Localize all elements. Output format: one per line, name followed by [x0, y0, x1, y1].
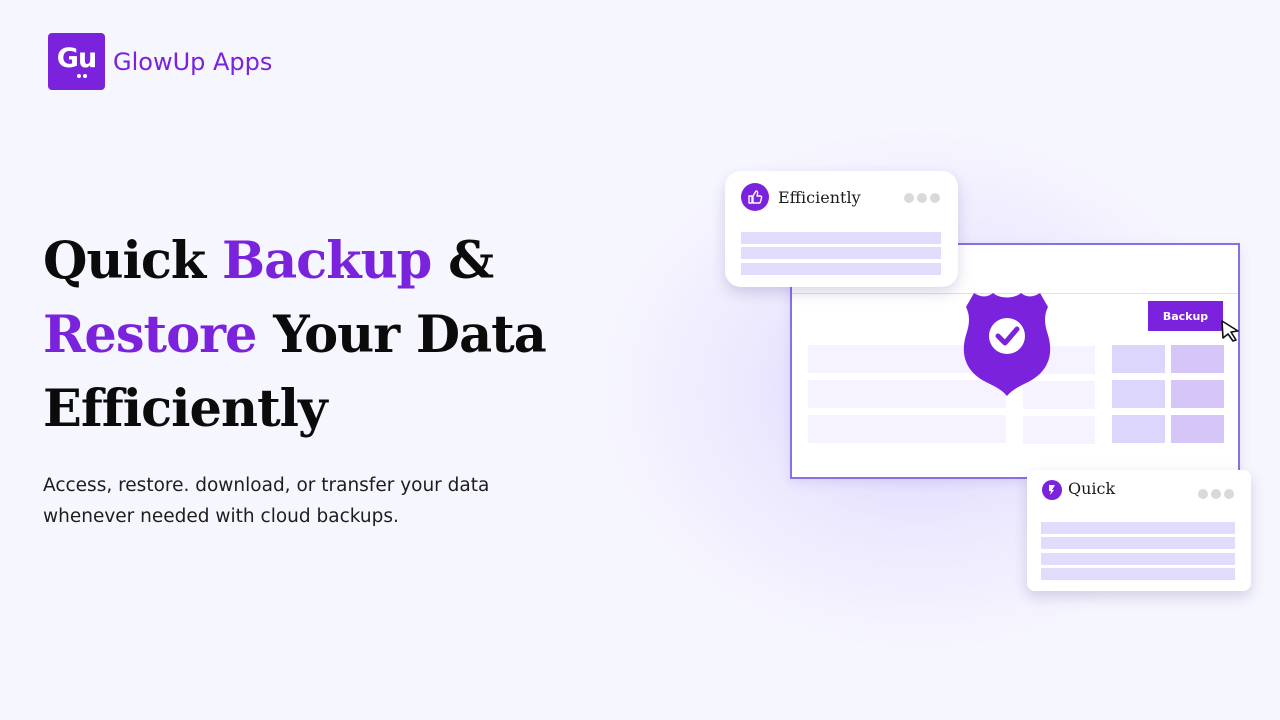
headline-efficiently: Efficiently — [43, 379, 328, 439]
card-line — [741, 263, 941, 275]
card-line — [1041, 537, 1235, 549]
headline-your-data: Your Data — [256, 305, 547, 365]
efficiently-card-title: Efficiently — [778, 188, 861, 207]
brand-name: GlowUp Apps — [113, 47, 273, 76]
headline-quick: Quick — [43, 231, 223, 291]
content-row — [808, 415, 1006, 443]
headline-backup: Backup — [222, 231, 432, 291]
grid-cell — [1112, 380, 1165, 408]
hero-headline: Quick Backup & Restore Your Data Efficie… — [43, 224, 603, 446]
grid-cell — [1171, 380, 1224, 408]
headline-ampersand: & — [431, 231, 494, 291]
more-dots-icon[interactable] — [1198, 489, 1234, 499]
efficiently-card: Efficiently — [725, 171, 958, 287]
hero-subtitle: Access, restore. download, or transfer y… — [43, 475, 490, 527]
thumbs-up-icon — [741, 183, 769, 211]
card-line — [1041, 522, 1235, 534]
card-line — [741, 232, 941, 244]
card-line — [741, 247, 941, 259]
grid-cell — [1171, 415, 1224, 443]
quick-card: Quick — [1027, 470, 1251, 591]
grid-cell — [1171, 345, 1224, 373]
brand-logo[interactable]: Gu GlowUp Apps — [48, 33, 272, 90]
lightning-icon — [1042, 480, 1062, 500]
brand-logo-dots — [77, 74, 87, 78]
more-dots-icon[interactable] — [904, 193, 940, 203]
grid-cell — [1112, 345, 1165, 373]
brand-logo-mark: Gu — [48, 33, 105, 90]
shield-check-icon — [963, 293, 1051, 396]
card-line — [1041, 553, 1235, 565]
grid-cell — [1112, 415, 1165, 443]
card-line — [1041, 568, 1235, 580]
backup-button[interactable]: Backup — [1148, 301, 1223, 331]
brand-logo-mark-text: Gu — [56, 43, 97, 74]
content-row — [1023, 416, 1095, 444]
mouse-pointer-icon — [1221, 320, 1239, 342]
headline-restore: Restore — [43, 305, 257, 365]
quick-card-title: Quick — [1068, 479, 1116, 498]
